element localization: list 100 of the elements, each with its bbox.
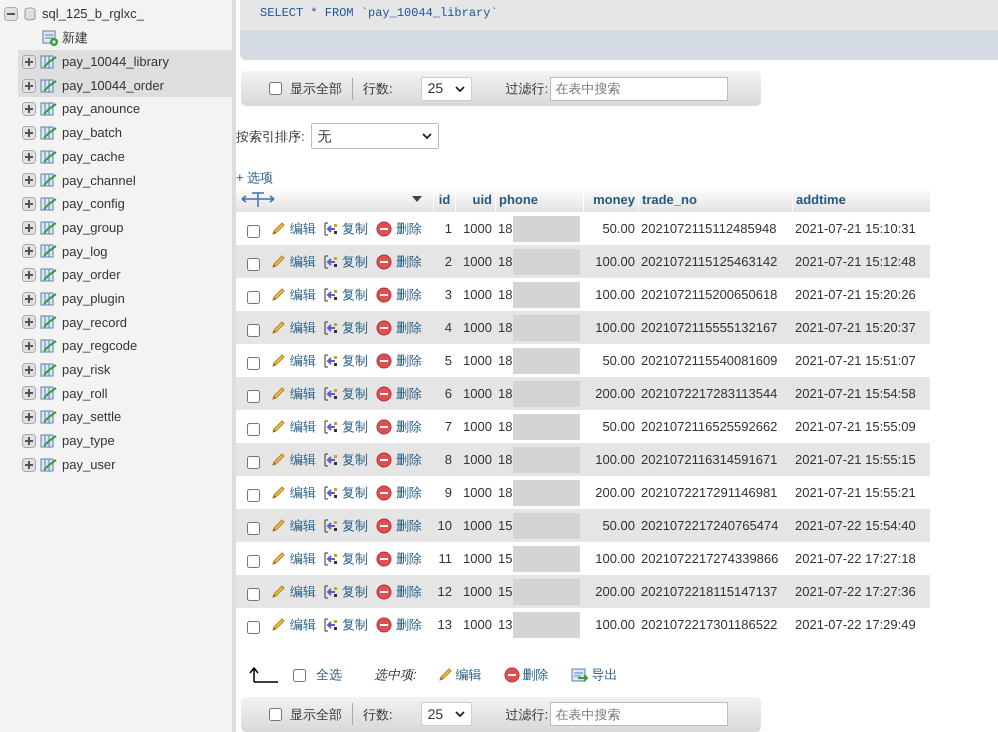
edit-link[interactable]: 编辑 <box>270 483 316 502</box>
table-tree-item[interactable]: pay_settle <box>18 405 232 429</box>
copy-link[interactable]: 复制 <box>324 285 368 304</box>
delete-link[interactable]: 删除 <box>376 582 422 602</box>
table-icon <box>40 54 58 70</box>
table-tree-item[interactable]: pay_log <box>18 240 232 264</box>
table-tree-item[interactable]: pay_plugin <box>18 286 232 311</box>
delete-link[interactable]: 删除 <box>376 252 422 272</box>
delete-link[interactable]: 删除 <box>376 549 422 568</box>
table-tree-item[interactable]: pay_cache <box>18 144 232 168</box>
delete-link[interactable]: 删除 <box>376 219 422 238</box>
edit-link[interactable]: 编辑 <box>270 549 316 568</box>
pencil-icon <box>270 484 286 501</box>
copy-link[interactable]: 复制 <box>324 252 368 272</box>
table-cell-text: 7 <box>444 418 453 436</box>
show-all-checkbox[interactable] <box>269 708 282 721</box>
table-icon <box>40 220 58 236</box>
row-checkbox[interactable] <box>246 225 260 238</box>
row-checkbox[interactable] <box>246 555 260 568</box>
table-tree-item[interactable]: pay_batch <box>18 121 232 145</box>
row-checkbox[interactable] <box>246 588 260 602</box>
copy-link[interactable]: 复制 <box>324 318 368 338</box>
copy-link[interactable]: 复制 <box>324 615 368 634</box>
blurred-redaction <box>513 480 580 506</box>
table-tree-item[interactable]: pay_10044_library <box>18 50 232 74</box>
table-search-field[interactable]: 在表中搜索 <box>550 76 728 101</box>
copy-link[interactable]: 复制 <box>324 219 368 238</box>
edit-link[interactable]: 编辑 <box>270 351 316 370</box>
table-tree-item[interactable]: pay_channel <box>18 168 232 192</box>
row-checkbox[interactable] <box>246 390 260 404</box>
expand-icon <box>22 434 36 448</box>
new-table-link[interactable]: 新建 <box>62 28 88 48</box>
table-tree-item[interactable]: pay_config <box>18 192 232 216</box>
table-search-field[interactable]: 在表中搜索 <box>550 702 728 726</box>
edit-link[interactable]: 编辑 <box>270 252 316 272</box>
row-checkbox[interactable] <box>246 357 260 370</box>
row-checkbox[interactable] <box>246 489 260 502</box>
edit-link[interactable]: 编辑 <box>270 285 316 304</box>
copy-link[interactable]: 复制 <box>324 450 368 470</box>
edit-link[interactable]: 编辑 <box>270 450 316 470</box>
table-cell-text: 18 <box>498 385 512 403</box>
row-checkbox[interactable] <box>246 522 260 536</box>
edit-link[interactable]: 编辑 <box>270 516 316 536</box>
table-tree-item[interactable]: pay_group <box>18 216 232 240</box>
rows-per-page-select[interactable]: 25 <box>420 76 472 101</box>
rows-per-page-select[interactable]: 25 <box>420 702 472 726</box>
edit-selected-link[interactable]: 编辑 <box>436 665 482 685</box>
sort-index-select[interactable]: 无 <box>310 123 439 150</box>
delete-link[interactable]: 删除 <box>376 450 422 470</box>
show-all-checkbox[interactable] <box>269 82 282 96</box>
delete-link[interactable]: 删除 <box>376 384 422 404</box>
delete-link[interactable]: 删除 <box>376 516 422 536</box>
row-checkbox[interactable] <box>246 423 260 436</box>
row-checkbox[interactable] <box>246 258 260 272</box>
export-selected-link[interactable]: 导出 <box>570 665 618 685</box>
table-cell-text: 18 <box>498 220 512 238</box>
copy-rows-icon <box>324 286 338 303</box>
copy-link[interactable]: 复制 <box>324 384 368 404</box>
delete-link[interactable]: 删除 <box>376 285 422 304</box>
edit-link[interactable]: 编辑 <box>270 582 316 602</box>
copy-link[interactable]: 复制 <box>324 483 368 502</box>
copy-link[interactable]: 复制 <box>324 351 368 370</box>
expand-icon <box>22 410 36 424</box>
table-tree-item[interactable]: pay_risk <box>18 358 232 382</box>
edit-link[interactable]: 编辑 <box>270 417 316 436</box>
select-all-checkbox[interactable] <box>293 668 306 682</box>
table-cell-text: 1 <box>444 220 453 238</box>
row-checkbox[interactable] <box>246 621 260 634</box>
copy-link[interactable]: 复制 <box>324 549 368 568</box>
table-tree-item[interactable]: pay_type <box>18 429 232 453</box>
edit-link[interactable]: 编辑 <box>270 615 316 634</box>
delete-link[interactable]: 删除 <box>376 318 422 338</box>
edit-link[interactable]: 编辑 <box>270 384 316 404</box>
copy-link[interactable]: 复制 <box>324 417 368 436</box>
copy-link[interactable]: 复制 <box>324 516 368 536</box>
row-checkbox[interactable] <box>246 291 260 304</box>
edit-link[interactable]: 编辑 <box>270 318 316 338</box>
sort-by-index-label: 按索引排序: <box>236 128 305 146</box>
database-name[interactable]: sql_125_b_rglxc_ <box>42 4 144 24</box>
select-all-link[interactable]: 全选 <box>316 665 342 685</box>
delete-link[interactable]: 删除 <box>376 483 422 502</box>
pencil-icon <box>270 352 286 369</box>
table-cell-text: 18 <box>498 286 512 304</box>
delete-link[interactable]: 删除 <box>376 615 422 634</box>
table-tree-item[interactable]: pay_roll <box>18 382 232 406</box>
table-tree-item[interactable]: pay_order <box>18 263 232 287</box>
row-checkbox[interactable] <box>246 456 260 470</box>
delete-selected-link[interactable]: 删除 <box>504 665 549 685</box>
table-icon <box>40 432 58 449</box>
delete-link[interactable]: 删除 <box>376 351 422 370</box>
options-link[interactable]: + 选项 <box>236 171 274 186</box>
table-tree-item[interactable]: pay_record <box>18 310 232 334</box>
delete-link[interactable]: 删除 <box>376 417 422 436</box>
edit-link[interactable]: 编辑 <box>270 219 316 238</box>
row-checkbox[interactable] <box>246 324 260 338</box>
table-tree-item[interactable]: pay_anounce <box>18 97 232 122</box>
table-tree-item[interactable]: pay_user <box>18 452 232 476</box>
table-tree-item[interactable]: pay_10044_order <box>18 74 232 98</box>
copy-link[interactable]: 复制 <box>324 582 368 602</box>
table-tree-item[interactable]: pay_regcode <box>18 334 232 358</box>
